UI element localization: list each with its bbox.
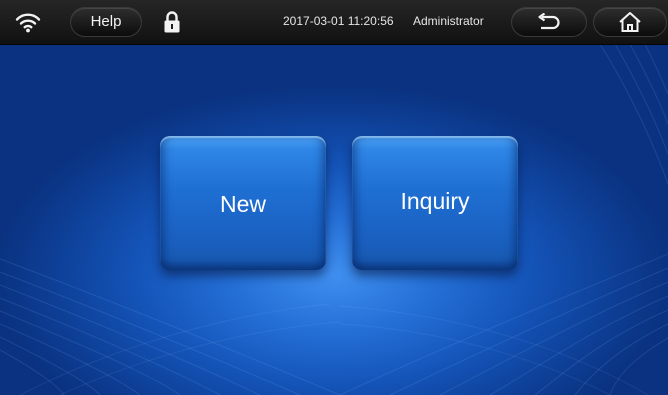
wifi-icon[interactable] bbox=[13, 9, 43, 35]
home-button[interactable] bbox=[593, 7, 667, 37]
top-status-bar: Help 2017-03-01 11:20:56 Administrator bbox=[0, 0, 668, 45]
datetime-display: 2017-03-01 11:20:56 bbox=[283, 14, 394, 28]
new-button-label: New bbox=[219, 191, 266, 217]
help-button-label: Help bbox=[90, 13, 122, 30]
inquiry-button-label: Inquiry bbox=[400, 188, 470, 214]
current-user-label: Administrator bbox=[413, 14, 484, 28]
back-arrow-icon bbox=[536, 13, 562, 31]
main-screen: Help 2017-03-01 11:20:56 Administrator N… bbox=[0, 0, 668, 395]
background-mesh-decoration bbox=[0, 44, 668, 395]
back-button[interactable] bbox=[511, 7, 587, 37]
help-button[interactable]: Help bbox=[70, 7, 142, 37]
lock-icon[interactable] bbox=[160, 9, 184, 35]
inquiry-button[interactable]: Inquiry bbox=[352, 136, 518, 270]
home-icon bbox=[618, 11, 642, 33]
new-button[interactable]: New bbox=[160, 136, 326, 270]
